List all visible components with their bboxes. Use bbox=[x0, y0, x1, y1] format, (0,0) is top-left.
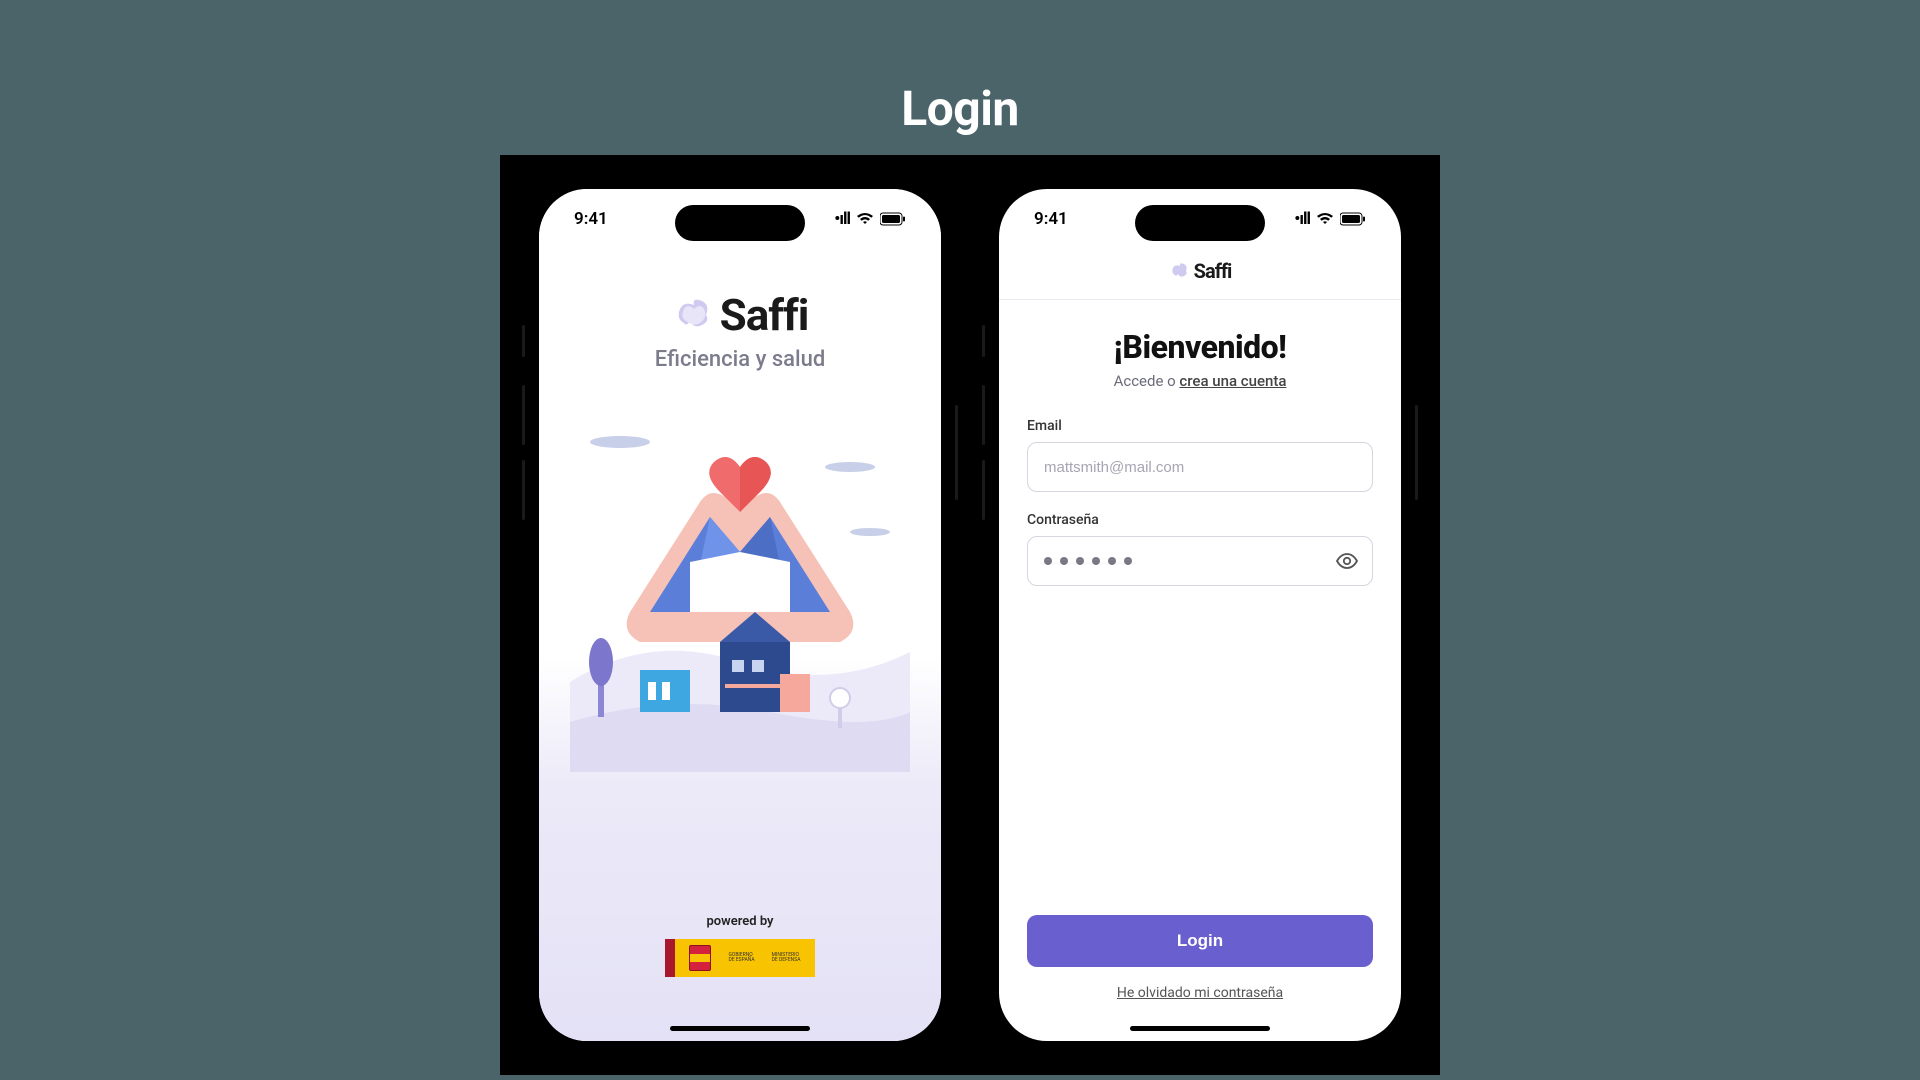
phone-splash: 9:41 Saffi Eficiencia y salud bbox=[525, 175, 955, 1055]
home-indicator bbox=[1130, 1026, 1270, 1031]
password-input[interactable] bbox=[1027, 536, 1373, 586]
email-input[interactable] bbox=[1027, 442, 1373, 492]
brand-logo-icon bbox=[672, 295, 712, 335]
mockup-container: 9:41 Saffi Eficiencia y salud bbox=[500, 155, 1440, 1075]
phone-login: 9:41 Saffi bbox=[985, 175, 1415, 1055]
password-label: Contraseña bbox=[1027, 512, 1373, 528]
battery-icon bbox=[880, 212, 906, 226]
forgot-password-link[interactable]: He olvidado mi contraseña bbox=[1117, 985, 1283, 1001]
powered-by: powered by GOBIERNO DE ESPAÑA MINISTERIO… bbox=[539, 914, 941, 981]
brand-name: Saffi bbox=[720, 289, 809, 341]
hero-illustration bbox=[570, 412, 910, 772]
gov-logo: GOBIERNO DE ESPAÑA MINISTERIO DE DEFENSA bbox=[665, 939, 815, 977]
signal-icon bbox=[1294, 209, 1310, 229]
welcome-block: ¡Bienvenido! Accede o crea una cuenta bbox=[999, 328, 1401, 390]
device-notch bbox=[1135, 205, 1265, 241]
welcome-subtitle-prefix: Accede o bbox=[1114, 372, 1180, 390]
status-time: 9:41 bbox=[1034, 209, 1068, 229]
home-indicator bbox=[670, 1026, 810, 1031]
device-notch bbox=[675, 205, 805, 241]
page-title: Login bbox=[901, 80, 1019, 137]
login-button[interactable]: Login bbox=[1027, 915, 1373, 967]
login-header: Saffi bbox=[999, 259, 1401, 300]
brand: Saffi bbox=[672, 289, 809, 341]
welcome-title: ¡Bienvenido! bbox=[999, 328, 1401, 366]
brand-name: Saffi bbox=[1194, 259, 1232, 283]
email-label: Email bbox=[1027, 418, 1373, 434]
signal-icon bbox=[834, 209, 850, 229]
login-form: Email Contraseña bbox=[999, 390, 1401, 586]
powered-by-label: powered by bbox=[539, 914, 941, 929]
brand-logo-icon bbox=[1169, 261, 1189, 281]
battery-icon bbox=[1340, 212, 1366, 226]
wifi-icon bbox=[856, 212, 874, 226]
wifi-icon bbox=[1316, 212, 1334, 226]
toggle-password-visibility-icon[interactable] bbox=[1335, 549, 1359, 573]
create-account-link[interactable]: crea una cuenta bbox=[1179, 372, 1286, 390]
status-time: 9:41 bbox=[574, 209, 608, 229]
tagline: Eficiencia y salud bbox=[655, 347, 826, 372]
